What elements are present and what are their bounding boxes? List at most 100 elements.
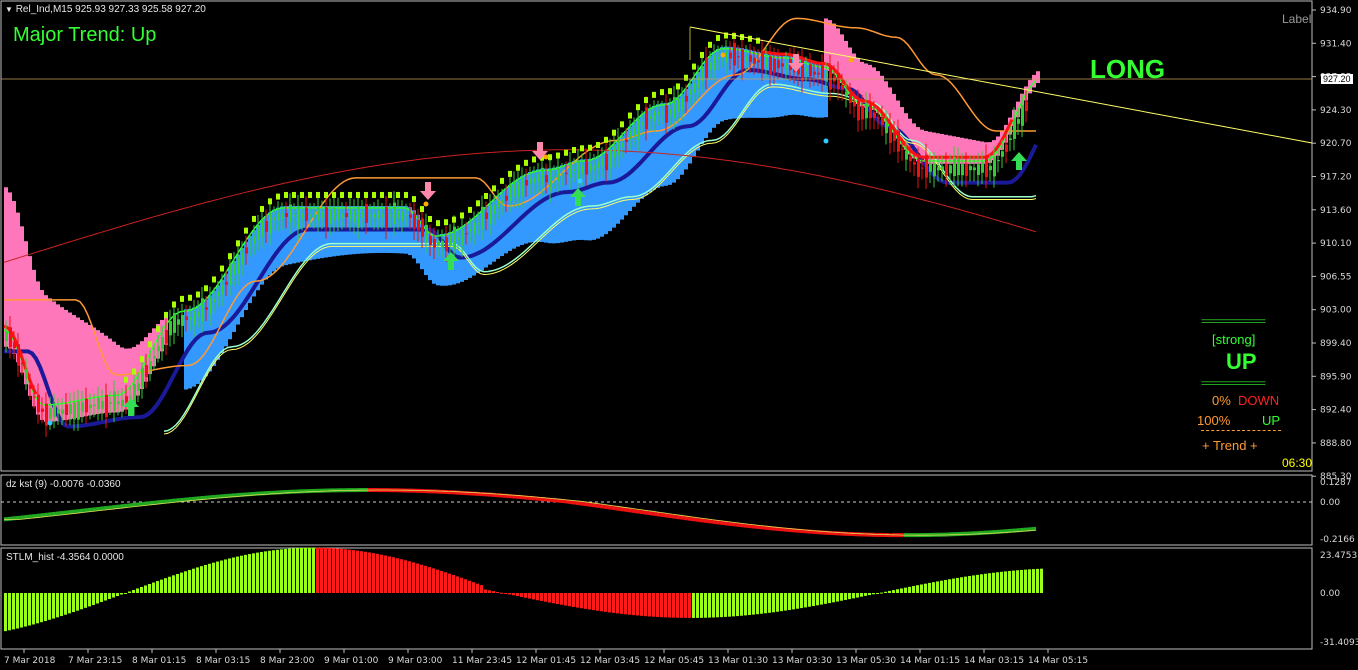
time-tick-label: 14 Mar 01:15 <box>900 656 960 666</box>
candle-body <box>377 210 380 219</box>
candle-body <box>617 139 620 156</box>
stlm-bar <box>296 548 299 593</box>
stlm-bar <box>184 571 187 593</box>
price-tick-label: 906.55 <box>1320 272 1352 282</box>
candle-body <box>969 165 972 171</box>
candle-body <box>277 212 280 221</box>
candle-body <box>41 408 44 412</box>
candle-body <box>453 226 456 250</box>
candle-body <box>841 84 844 90</box>
candle-body <box>989 165 992 171</box>
candle-body <box>281 213 284 220</box>
stlm-bar <box>272 550 275 593</box>
candle-body <box>385 207 388 228</box>
stlm-bar <box>84 593 87 608</box>
stlm-bar <box>664 593 667 618</box>
candle-body <box>197 311 200 318</box>
stlm-bar <box>92 593 95 605</box>
candle-body <box>153 356 156 359</box>
trail-square <box>556 152 560 159</box>
candle-body <box>337 208 340 220</box>
stlm-bar <box>732 593 735 617</box>
candle-body <box>661 112 664 114</box>
stlm-bar <box>508 593 511 595</box>
chart-canvas[interactable]: 934.90931.40927.85924.30920.70917.20913.… <box>0 0 1358 670</box>
kst-segment <box>651 511 657 517</box>
trail-square <box>148 341 152 348</box>
candle-body <box>433 239 436 248</box>
cloud-bar-pink <box>12 201 16 354</box>
candle-body <box>333 207 336 221</box>
trail-square <box>316 191 320 198</box>
trail-square <box>644 97 648 104</box>
kst-panel-frame <box>0 474 1313 546</box>
candle-body <box>441 240 444 248</box>
stlm-bar <box>600 593 603 612</box>
candle-body <box>145 365 148 378</box>
stlm-bar <box>528 593 531 599</box>
trail-square <box>332 191 336 198</box>
stlm-bar <box>896 589 899 593</box>
trail-square <box>428 215 432 222</box>
candle-body <box>825 73 828 77</box>
candle-body <box>853 101 856 107</box>
kst-segment <box>595 503 601 509</box>
stlm-bar <box>392 557 395 593</box>
stlm-bar <box>504 593 507 594</box>
stlm-bar <box>540 593 543 601</box>
kst-segment <box>591 503 597 508</box>
trail-square <box>308 191 312 198</box>
trail-square <box>604 136 608 143</box>
stlm-bar <box>976 574 979 593</box>
stlm-bar <box>200 566 203 593</box>
candle-body <box>681 98 684 110</box>
kst-segment <box>635 509 641 514</box>
kst-segment <box>663 513 669 518</box>
stlm-bar <box>268 550 271 593</box>
stlm-bar <box>484 589 487 593</box>
direction-label: UP <box>1226 349 1257 374</box>
candle-body <box>1001 151 1004 157</box>
stlm-bar <box>104 593 107 601</box>
candle-body <box>401 211 404 222</box>
stlm-bar <box>436 569 439 593</box>
stlm-bar <box>1008 570 1011 593</box>
stlm-bar <box>180 572 183 593</box>
candle-body <box>601 158 604 167</box>
trail-square <box>364 191 368 198</box>
stlm-bar <box>64 593 67 615</box>
candle-body <box>685 95 688 102</box>
trail-square <box>236 240 240 247</box>
kst-segment <box>619 506 625 512</box>
candle-body <box>649 115 652 119</box>
candle-body <box>705 58 708 79</box>
stlm-bar <box>300 547 303 593</box>
candle-body <box>889 124 892 143</box>
candle-body <box>477 222 480 225</box>
candle-body <box>765 57 768 67</box>
candle-body <box>937 167 940 171</box>
candle-body <box>637 119 640 140</box>
trail-square <box>380 191 384 198</box>
trail-square <box>572 147 576 154</box>
trail-square <box>692 63 696 70</box>
stlm-bar <box>492 591 495 593</box>
stlm-bar <box>960 577 963 593</box>
candle-body <box>877 117 880 119</box>
stlm-bar <box>160 579 163 593</box>
candle-body <box>525 179 528 186</box>
dropdown-icon[interactable]: ▼ <box>5 5 13 14</box>
trail-square <box>372 191 376 198</box>
trail-square <box>140 356 144 363</box>
candle-body <box>885 121 888 134</box>
candle-body <box>929 163 932 172</box>
trail-square <box>196 291 200 298</box>
stlm-bar <box>932 582 935 593</box>
kst-segment <box>707 519 713 524</box>
candle-body <box>81 402 84 412</box>
stlm-bar <box>660 593 663 618</box>
stlm-bar <box>916 585 919 593</box>
stlm-bar <box>68 593 71 614</box>
candle-body <box>913 162 916 165</box>
trail-square <box>164 311 168 318</box>
